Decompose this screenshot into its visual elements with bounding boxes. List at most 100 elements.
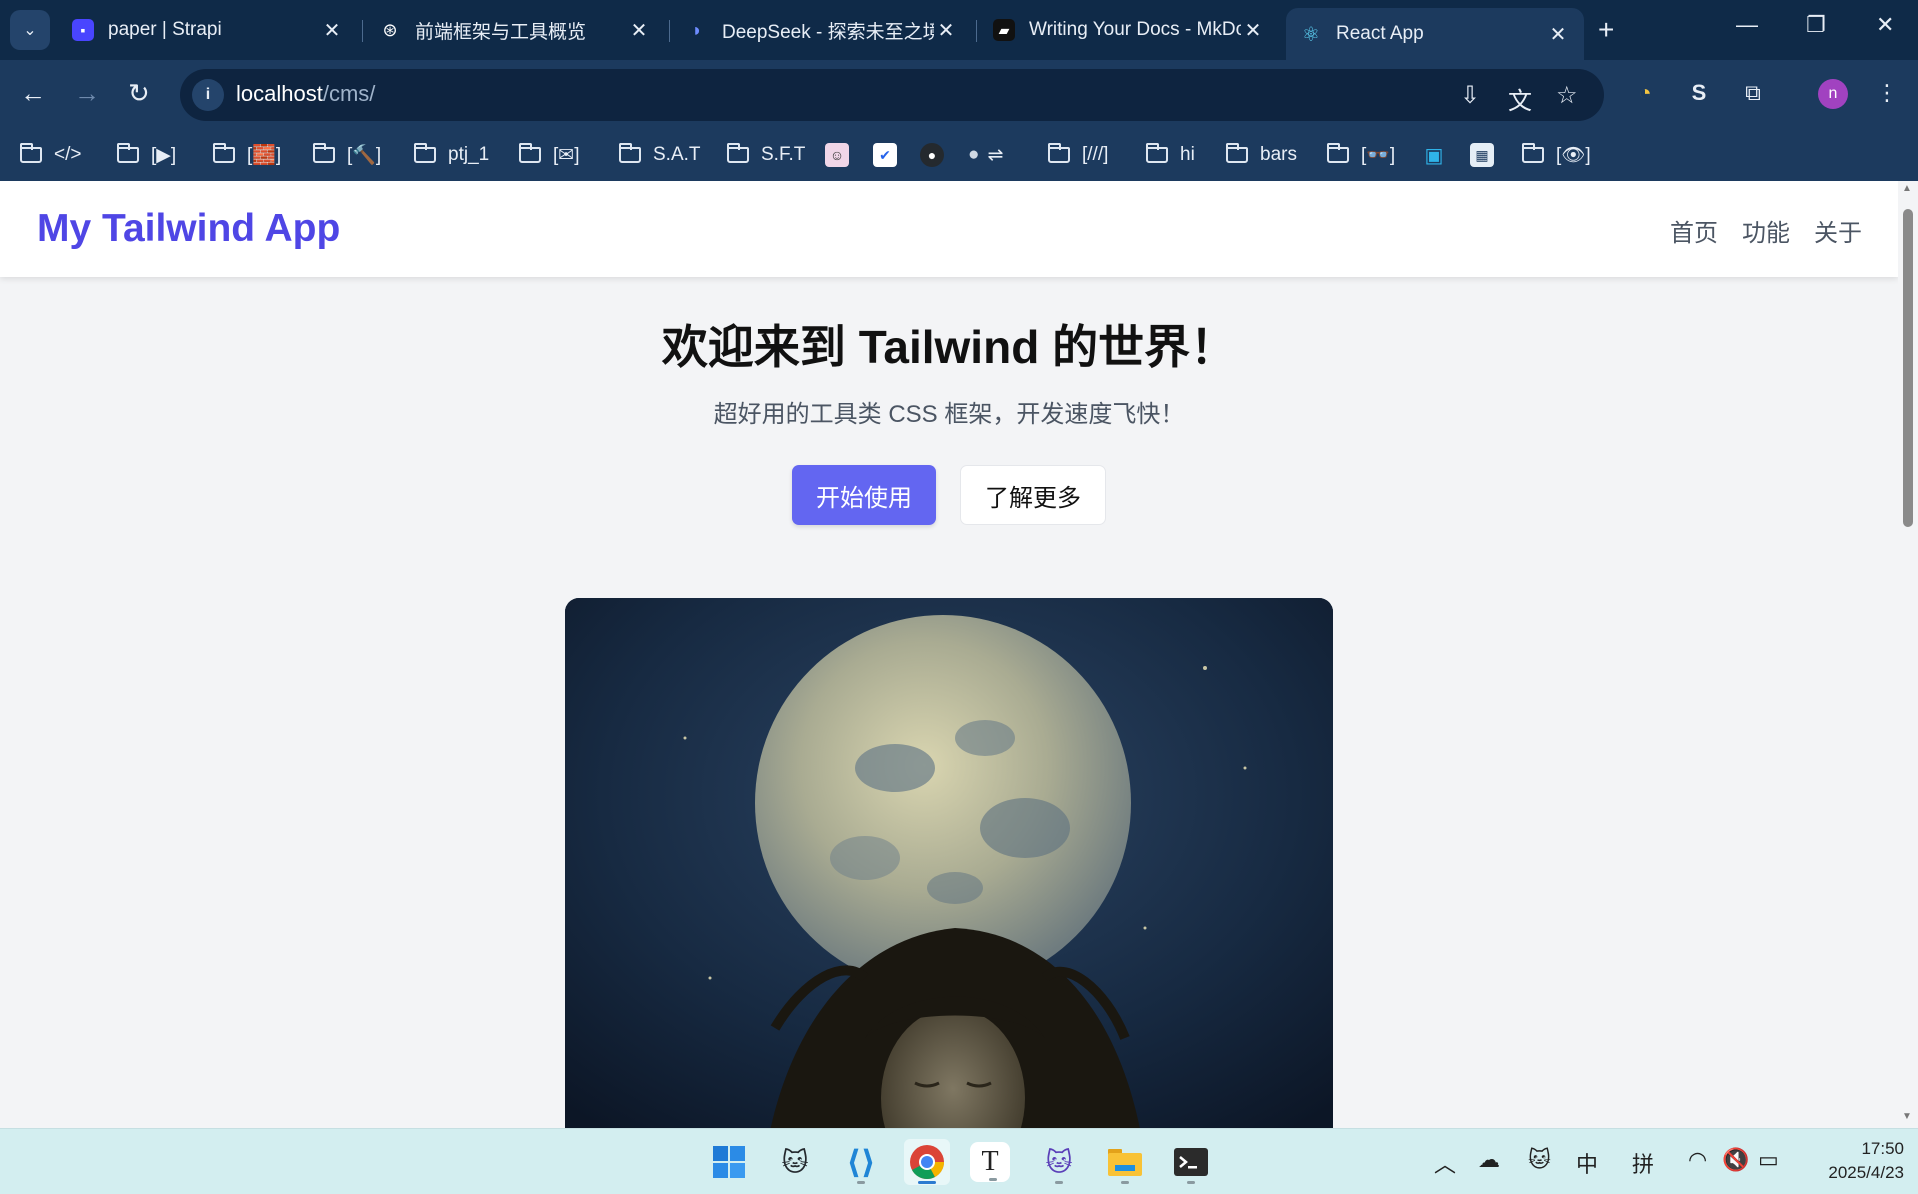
extension-clock-icon[interactable]: ◔ (1630, 78, 1660, 108)
bookmark-label: S.A.T (653, 144, 701, 165)
address-url[interactable]: localhost/cms/ (236, 81, 375, 107)
windows-start-icon[interactable] (706, 1139, 752, 1185)
tray-cat-icon[interactable]: 🐱 (1528, 1147, 1551, 1173)
minimize-icon[interactable]: — (1736, 12, 1758, 38)
bookmark-folder[interactable]: </> (20, 138, 81, 172)
close-icon[interactable]: ✕ (934, 18, 958, 43)
bookmark-folder[interactable]: [👁] (1522, 138, 1591, 172)
battery-icon[interactable]: ▭ (1758, 1147, 1779, 1173)
bookmark-notes[interactable]: ▦ (1470, 138, 1494, 172)
reload-icon[interactable]: ↻ (128, 78, 150, 109)
ime-mode-indicator[interactable]: 拼 (1632, 1147, 1654, 1179)
folder-icon (1522, 143, 1544, 163)
scroll-down-icon[interactable]: ▼ (1902, 1111, 1912, 1122)
nav-link-features[interactable]: 功能 (1742, 213, 1790, 248)
bookmark-star-icon[interactable]: ☆ (1556, 81, 1578, 110)
bookmark-label: [///] (1082, 144, 1109, 165)
site-info-icon[interactable]: i (192, 79, 224, 111)
tab-react-app[interactable]: ⚛ React App ✕ (1286, 8, 1584, 60)
bookmark-folder[interactable]: [👓] (1327, 138, 1395, 172)
bookmark-avatar[interactable]: ☺ (825, 138, 849, 172)
close-icon[interactable]: ✕ (320, 18, 344, 43)
tab-deepseek[interactable]: ◗ DeepSeek - 探索未至之境 ✕ (672, 8, 972, 52)
vscode-icon[interactable]: ⟨⟩ (838, 1139, 884, 1185)
bookmark-folder[interactable]: [///] (1048, 138, 1108, 172)
bookmark-folder[interactable]: [✉] (519, 138, 579, 172)
folder-logo (1108, 1149, 1142, 1176)
hero-image (565, 598, 1333, 1128)
bookmarks-bar: </> [▶] [🧱] [🔨] ptj_1 [✉] S.A.T S.F.T ☺ … (0, 130, 1918, 181)
close-window-icon[interactable]: ✕ (1876, 12, 1894, 38)
new-tab-button[interactable]: + (1598, 14, 1614, 46)
back-icon[interactable]: ← (20, 78, 46, 109)
folder-icon (727, 143, 749, 163)
hero-subtitle: 超好用的工具类 CSS 框架，开发速度飞快！ (713, 401, 1185, 428)
bookmark-folder[interactable]: [🔨] (313, 138, 381, 172)
extension-s-icon[interactable]: S (1684, 78, 1714, 108)
folder-icon (414, 143, 436, 163)
address-bar[interactable]: i localhost/cms/ ⇩ 文 ☆ (180, 69, 1604, 121)
install-app-icon[interactable]: ⇩ (1460, 81, 1480, 110)
browser-toolbar: ← → ↻ i localhost/cms/ ⇩ 文 ☆ ◔ S ⧉ n ⋮ (0, 60, 1918, 130)
terminal-icon[interactable] (1168, 1139, 1214, 1185)
close-icon[interactable]: ✕ (1546, 22, 1570, 47)
volume-muted-icon[interactable]: 🔇 (1722, 1147, 1749, 1173)
bookmark-folder[interactable]: S.F.T (727, 138, 805, 172)
translate-icon[interactable]: 文 (1508, 81, 1532, 116)
bookmark-folder[interactable]: S.A.T (619, 138, 701, 172)
ime-language-indicator[interactable]: 中 (1576, 1147, 1598, 1179)
tab-search-button[interactable]: ⌄ (10, 10, 50, 50)
bookmark-apple[interactable]: ● ⇌ (968, 138, 1003, 172)
nav-link-home[interactable]: 首页 (1670, 213, 1718, 248)
bookmark-github[interactable]: ● (920, 138, 944, 172)
file-explorer-icon[interactable] (1102, 1139, 1148, 1185)
bilibili-tv-icon: ▣ (1424, 144, 1444, 167)
site-brand[interactable]: My Tailwind App (37, 207, 340, 251)
tab-mkdocs[interactable]: ▰ Writing Your Docs - MkDocs ✕ (979, 8, 1279, 52)
bookmark-folder[interactable]: bars (1226, 138, 1297, 172)
close-icon[interactable]: ✕ (627, 18, 651, 43)
tab-strapi[interactable]: ▪ paper | Strapi ✕ (58, 8, 358, 52)
github-cat-icon[interactable]: 🐱 (772, 1139, 818, 1185)
forward-icon[interactable]: → (74, 78, 100, 109)
scrollbar-thumb[interactable] (1903, 209, 1913, 527)
wifi-icon[interactable]: ◠ (1688, 1147, 1707, 1173)
chrome-logo (910, 1145, 944, 1179)
folder-icon (313, 143, 335, 163)
github-desktop-icon[interactable]: 🐱 (1036, 1139, 1082, 1185)
bookmark-label: ⇌ (987, 144, 1004, 166)
profile-avatar[interactable]: n (1818, 79, 1848, 109)
typora-icon[interactable]: T (970, 1142, 1010, 1182)
tab-openai[interactable]: ⊛ 前端框架与工具概览 ✕ (365, 8, 665, 52)
bookmark-folder[interactable]: [🧱] (213, 138, 281, 172)
get-started-button[interactable]: 开始使用 (792, 465, 936, 525)
page-scrollbar[interactable]: ▲ ▼ (1898, 181, 1918, 1128)
bookmark-folder[interactable]: ptj_1 (414, 138, 489, 172)
bookmark-bilibili[interactable]: ▣ (1422, 138, 1446, 172)
tab-separator (362, 20, 363, 42)
tab-separator (669, 20, 670, 42)
running-indicator (1055, 1181, 1063, 1184)
nav-link-about[interactable]: 关于 (1814, 213, 1862, 248)
tray-overflow-icon[interactable]: ︿ (1434, 1147, 1456, 1179)
folder-icon (1327, 143, 1349, 163)
bookmark-label: [▶] (151, 144, 177, 166)
scroll-up-icon[interactable]: ▲ (1902, 183, 1912, 194)
openai-icon: ⊛ (382, 19, 398, 40)
learn-more-button[interactable]: 了解更多 (960, 465, 1106, 525)
close-icon[interactable]: ✕ (1241, 18, 1265, 43)
bookmark-folder[interactable]: hi (1146, 138, 1195, 172)
bookmark-folder[interactable]: [▶] (117, 138, 176, 172)
tab-separator (976, 20, 977, 42)
extensions-puzzle-icon[interactable]: ⧉ (1738, 78, 1768, 108)
system-clock[interactable]: 17:50 2025/4/23 (1804, 1137, 1904, 1185)
bookmark-label: ptj_1 (448, 144, 490, 165)
running-indicator (989, 1178, 997, 1181)
folder-icon (519, 143, 541, 163)
more-menu-icon[interactable]: ⋮ (1872, 78, 1902, 108)
running-indicator (1187, 1181, 1195, 1184)
chrome-icon[interactable] (904, 1139, 950, 1185)
bookmark-checkmark[interactable]: ✔ (873, 138, 897, 172)
restore-icon[interactable]: ❐ (1806, 12, 1826, 38)
onedrive-cloud-icon[interactable]: ☁ (1478, 1147, 1500, 1173)
